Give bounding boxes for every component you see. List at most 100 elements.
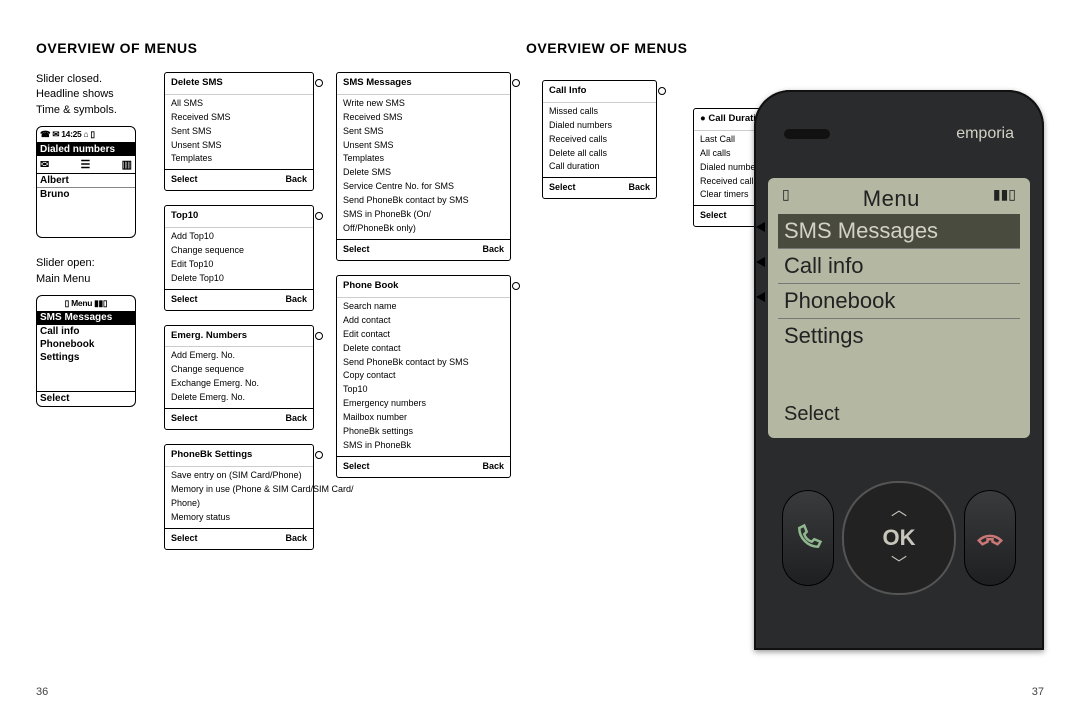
call-button[interactable] — [782, 490, 834, 586]
menu-item: Exchange Emerg. No. — [171, 377, 307, 391]
menu-item: Memory in use (Phone & SIM Card/SIM Card… — [171, 483, 307, 497]
phone-handset-icon — [793, 523, 823, 553]
softkey-select: Select — [549, 181, 576, 195]
menu-item: Memory status — [171, 511, 307, 525]
softkey-back: Back — [482, 243, 504, 257]
menu-item: Call duration — [549, 160, 650, 174]
menu-item: Emergency numbers — [343, 397, 504, 411]
pointer-icon — [756, 292, 765, 302]
signal-icon: ▮▮▯ — [993, 186, 1016, 212]
menu-delete-sms: Delete SMS All SMS Received SMS Sent SMS… — [164, 72, 314, 191]
caption-open: Slider open: Main Menu — [36, 256, 142, 287]
menu-sms: SMS Messages Write new SMS Received SMS … — [336, 72, 511, 261]
menu-item: SMS in PhoneBk — [343, 439, 504, 453]
battery-icon: ▯ — [782, 186, 790, 212]
menu-item: Received SMS — [171, 111, 307, 125]
menu-item: Delete all calls — [549, 147, 650, 161]
menu-item: Mailbox number — [343, 411, 504, 425]
menu-item: Off/PhoneBk only) — [343, 222, 504, 236]
menu-item: Send PhoneBk contact by SMS — [343, 356, 504, 370]
mini-closed-row-1: Bruno — [37, 187, 135, 201]
softkey-back: Back — [482, 460, 504, 474]
menu-callinfo: Call Info Missed calls Dialed numbers Re… — [542, 80, 657, 199]
chevron-down-icon[interactable]: ﹀ — [891, 557, 907, 573]
brand-label: emporia — [956, 125, 1014, 143]
menu-item: Sent SMS — [171, 125, 307, 139]
softkey-select: Select — [171, 412, 198, 426]
menu-item: Dialed numbers — [549, 119, 650, 133]
end-call-button[interactable] — [964, 490, 1016, 586]
mini-closed-iconbar: ✉☰▥ — [37, 156, 135, 173]
menu-phonebook-title: Phone Book — [343, 280, 398, 291]
mini-open-row-0: Call info — [37, 325, 135, 338]
menu-item: Delete Emerg. No. — [171, 391, 307, 405]
softkey-back: Back — [285, 532, 307, 546]
softkey-select: Select — [171, 173, 198, 187]
menu-item: Save entry on (SIM Card/Phone) — [171, 469, 307, 483]
menu-item: Change sequence — [171, 244, 307, 258]
menu-callinfo-title: Call Info — [549, 85, 586, 96]
menu-emerg-title: Emerg. Numbers — [171, 330, 247, 341]
screen-title: Menu — [863, 186, 920, 212]
nav-wheel[interactable]: ︿ OK ﹀ — [842, 481, 956, 595]
chevron-up-icon[interactable]: ︿ — [891, 503, 907, 519]
menu-emerg: Emerg. Numbers Add Emerg. No. Change seq… — [164, 325, 314, 430]
menu-top10-title: Top10 — [171, 210, 198, 221]
menu-item: Copy contact — [343, 369, 504, 383]
softkey-back: Back — [628, 181, 650, 195]
phone-menu-item-phonebook[interactable]: Phonebook — [778, 284, 1020, 319]
menu-item: PhoneBk settings — [343, 425, 504, 439]
menu-item: Delete contact — [343, 342, 504, 356]
menu-item: Sent SMS — [343, 125, 504, 139]
mini-closed-row-0: Albert — [37, 173, 135, 187]
phone-screen: ▯ Menu ▮▮▯ SMS Messages Call info Phoneb… — [768, 178, 1030, 438]
menu-top10: Top10 Add Top10 Change sequence Edit Top… — [164, 205, 314, 310]
menu-pbset-title: PhoneBk Settings — [171, 449, 252, 460]
softkey-select: Select — [171, 532, 198, 546]
softkey-back: Back — [285, 412, 307, 426]
menu-item: Delete SMS — [343, 166, 504, 180]
speaker-icon — [784, 129, 830, 139]
mini-open-status: ▯ Menu ▮▮▯ — [37, 296, 135, 311]
mini-screen-open: ▯ Menu ▮▮▯ SMS Messages Call info Phoneb… — [36, 295, 136, 407]
menu-item: Add Top10 — [171, 230, 307, 244]
bullet-icon: ● — [700, 113, 706, 124]
mini-open-row-1: Phonebook — [37, 338, 135, 351]
menu-item: Change sequence — [171, 363, 307, 377]
phone-menu-item-sms[interactable]: SMS Messages — [778, 214, 1020, 249]
page-title-left: OVERVIEW OF MENUS — [36, 40, 526, 56]
menu-sms-title: SMS Messages — [343, 77, 412, 88]
softkey-select: Select — [343, 460, 370, 474]
menu-item: Templates — [171, 152, 307, 166]
mini-screen-closed: ☎ ✉ 14:25 ⌂ ▯ Dialed numbers ✉☰▥ Albert … — [36, 126, 136, 238]
menu-phonebook: Phone Book Search name Add contact Edit … — [336, 275, 511, 478]
menu-item: Edit contact — [343, 328, 504, 342]
menu-pbset: PhoneBk Settings Save entry on (SIM Card… — [164, 444, 314, 549]
page-number-left: 36 — [36, 686, 48, 698]
menu-item: Top10 — [343, 383, 504, 397]
mini-open-soft: Select — [37, 391, 135, 406]
softkey-select: Select — [171, 293, 198, 307]
menu-item: SMS in PhoneBk (On/ — [343, 208, 504, 222]
phone-menu-item-settings[interactable]: Settings — [778, 319, 1020, 353]
phone-softkey-select[interactable]: Select — [778, 399, 1020, 430]
pointer-icon — [756, 257, 765, 267]
menu-item: Edit Top10 — [171, 258, 307, 272]
menu-item: Add contact — [343, 314, 504, 328]
softkey-back: Back — [285, 173, 307, 187]
phone-menu-item-callinfo[interactable]: Call info — [778, 249, 1020, 284]
hangup-icon — [975, 523, 1005, 553]
mini-open-row-2: Settings — [37, 351, 135, 364]
ok-button[interactable]: OK — [883, 519, 916, 557]
menu-item: Send PhoneBk contact by SMS — [343, 194, 504, 208]
menu-item: Delete Top10 — [171, 272, 307, 286]
menu-item: Phone) — [171, 497, 307, 511]
page-title-right: OVERVIEW OF MENUS — [526, 40, 1044, 56]
menu-item: Received calls — [549, 133, 650, 147]
mini-open-highlight: SMS Messages — [37, 311, 135, 325]
page-number-right: 37 — [1032, 686, 1044, 698]
menu-item: Service Centre No. for SMS — [343, 180, 504, 194]
menu-item: Search name — [343, 300, 504, 314]
menu-delete-sms-title: Delete SMS — [171, 77, 223, 88]
menu-item: Templates — [343, 152, 504, 166]
